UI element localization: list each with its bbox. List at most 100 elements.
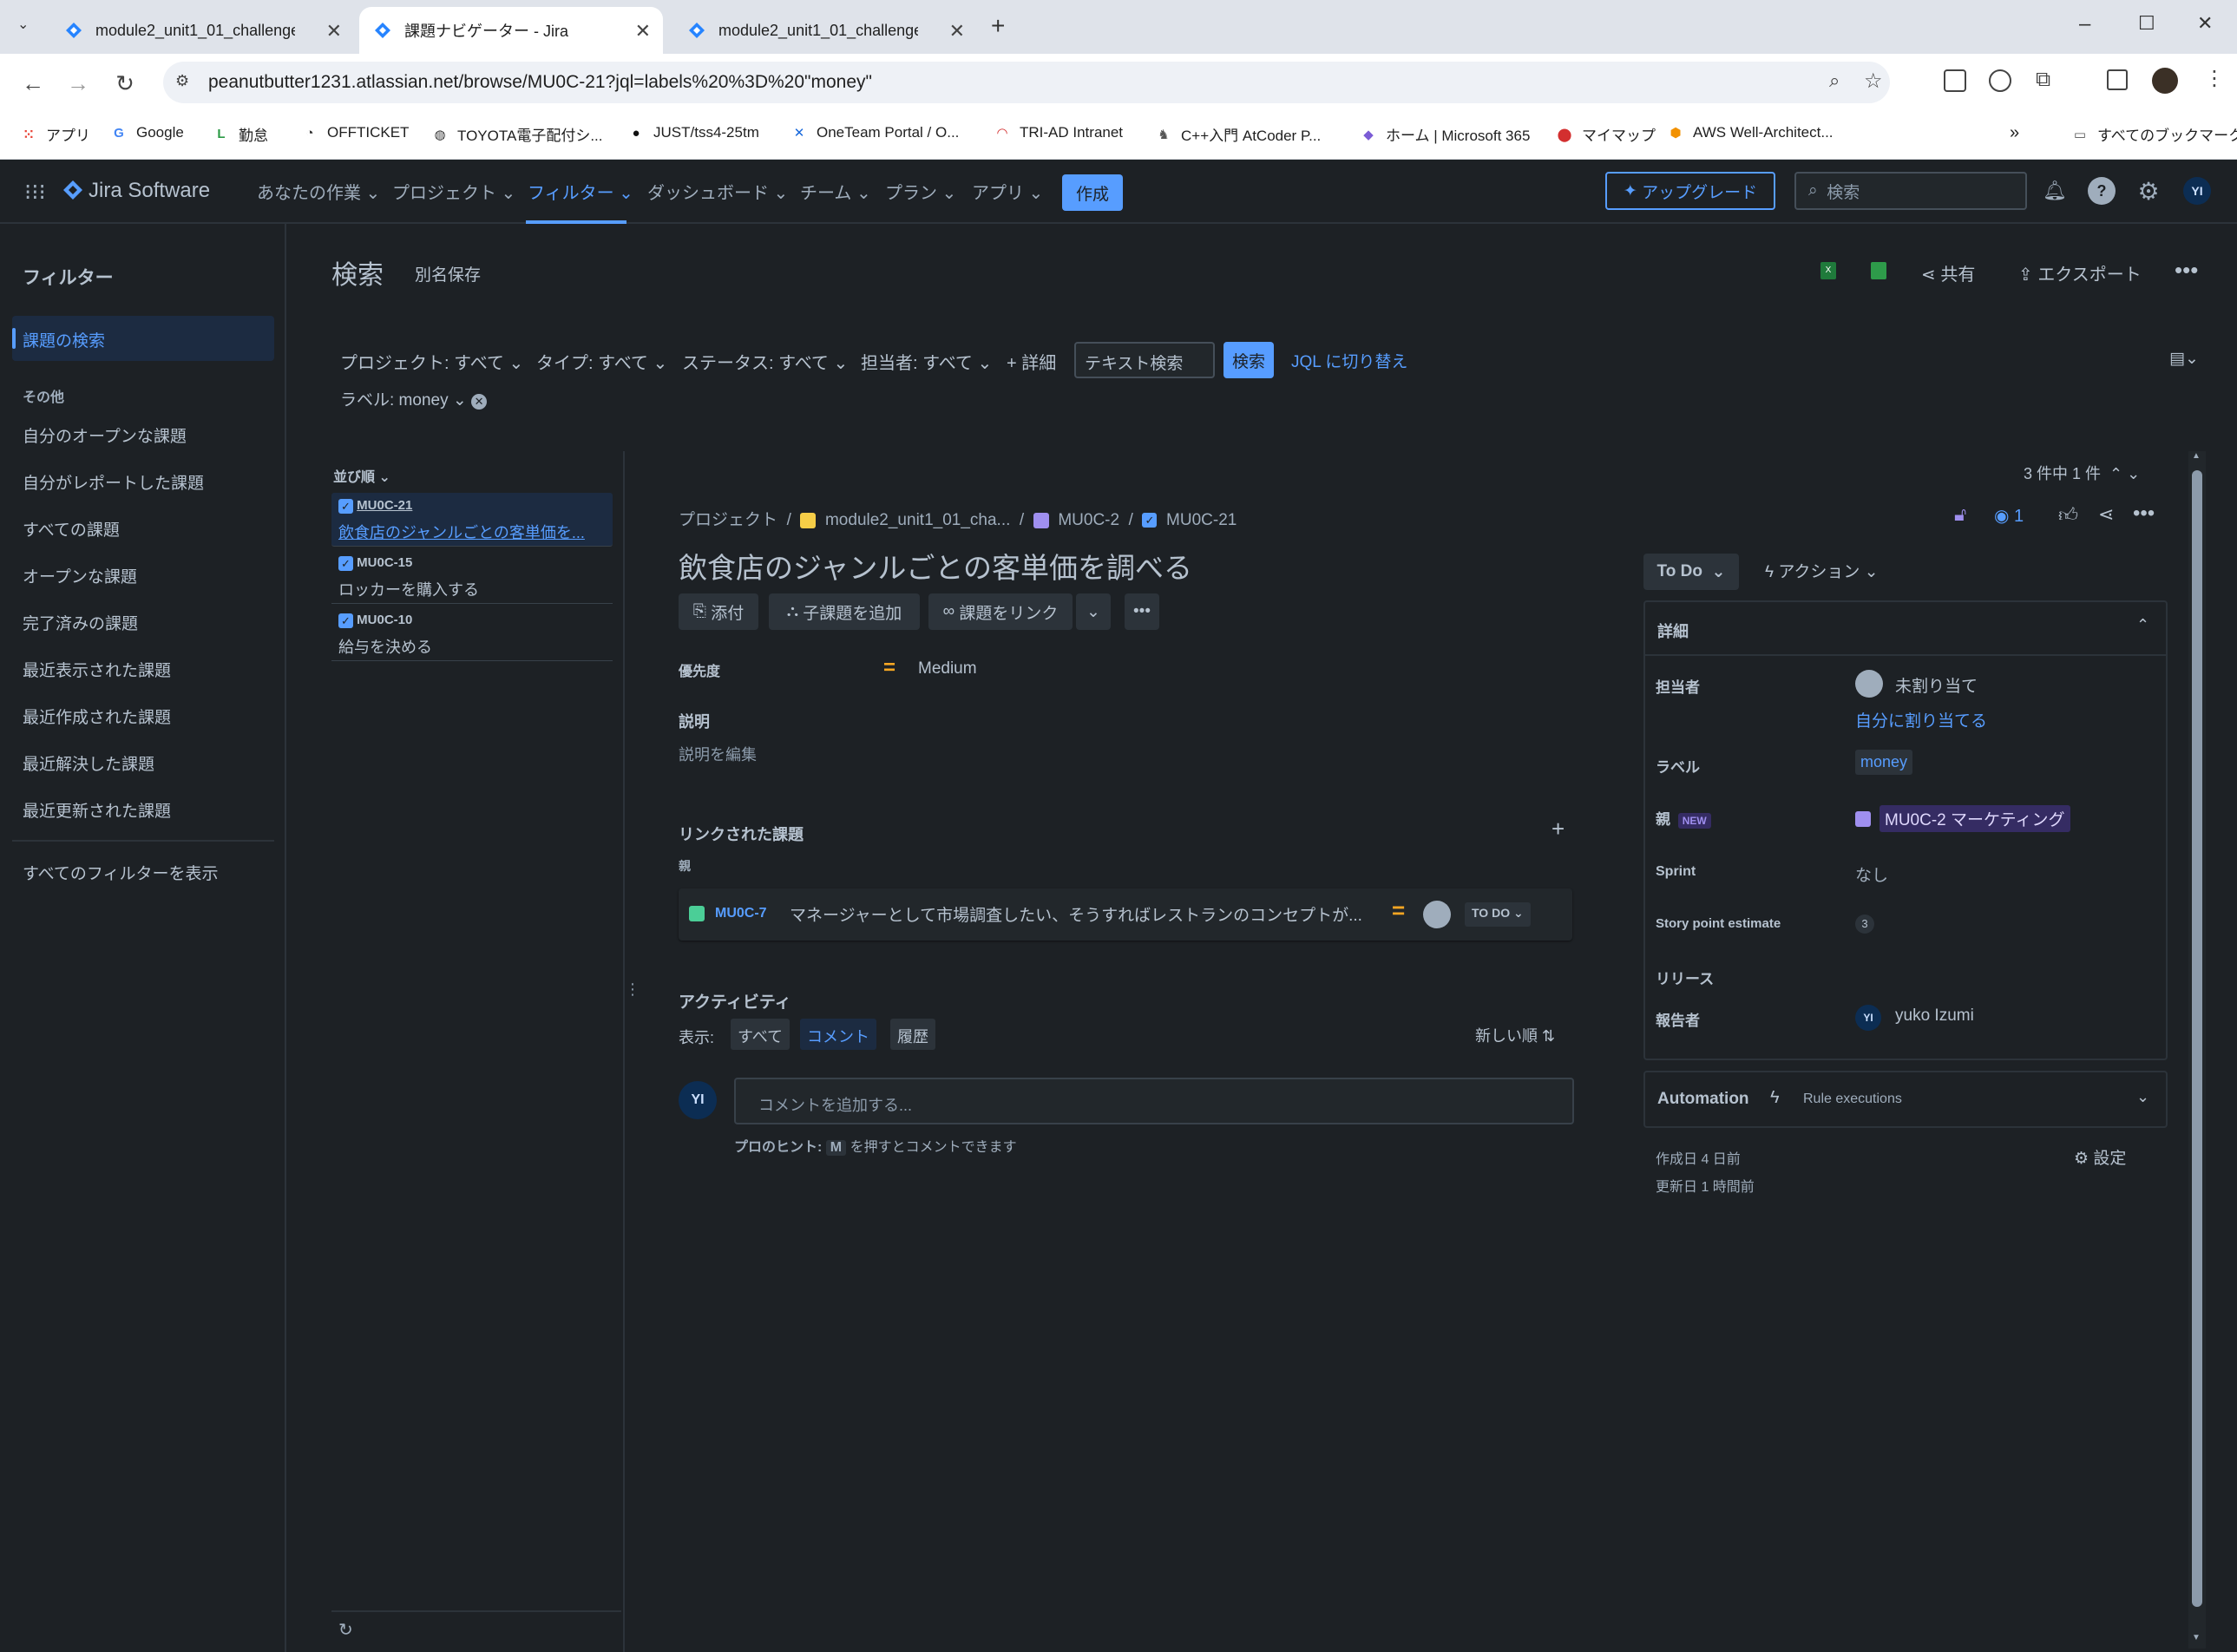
reporter-value[interactable]: yuko Izumi (1895, 1006, 1974, 1026)
filter-more-button[interactable]: + 詳細 (1007, 349, 1056, 374)
nav-filters[interactable]: フィルター ⌄ (528, 179, 633, 204)
browser-tab-2[interactable]: 課題ナビゲーター - Jira ✕ (359, 7, 663, 54)
linked-issue-status[interactable]: TO DO ⌄ (1465, 902, 1531, 927)
scrollbar-thumb[interactable] (2192, 470, 2202, 1607)
configure-button[interactable]: ⚙ 設定 (2074, 1145, 2126, 1169)
assign-to-me-link[interactable]: 自分に割り当てる (1855, 708, 1987, 731)
omnibox[interactable]: ⚙ peanutbutter1231.atlassian.net/browse/… (163, 62, 1890, 103)
linked-issue-row[interactable]: MU0C-7 マネージャーとして市場調査したい、そうすればレストランのコンセプト… (679, 888, 1572, 941)
automation-panel[interactable]: Automation ϟ Rule executions ⌄ (1643, 1071, 2168, 1128)
settings-gear-icon[interactable]: ⚙ (2135, 177, 2162, 205)
sidebar-item-created[interactable]: 最近作成された課題 (23, 705, 171, 728)
export-button[interactable]: ⇪ エクスポート (2018, 260, 2142, 285)
assignee-value[interactable]: 未割り当て (1895, 673, 1978, 697)
bookmark-aws[interactable]: ⬢ AWS Well-Architect... (1666, 123, 1833, 142)
back-icon[interactable]: ← (16, 66, 50, 101)
sidebar-item-all[interactable]: すべての課題 (23, 517, 120, 541)
app-switcher-icon[interactable]: ⁝⁝⁝ (24, 179, 46, 206)
list-item[interactable]: ✓ MU0C-21 飲食店のジャンルごとの客単価を... (331, 493, 613, 547)
bookmark-offticket[interactable]: ◔ OFFTICKET (300, 123, 409, 142)
linked-issue-key[interactable]: MU0C-7 (715, 906, 767, 921)
scroll-down-icon[interactable]: ▼ (2192, 1633, 2202, 1645)
lock-icon[interactable]: 🔓︎ (1954, 503, 1966, 526)
sidebar-item-done[interactable]: 完了済みの課題 (23, 611, 138, 634)
comment-input[interactable]: コメントを追加する... (734, 1078, 1574, 1124)
activity-tab-comments[interactable]: コメント (800, 1019, 876, 1050)
nav-your-work[interactable]: あなたの作業 ⌄ (257, 179, 380, 204)
excel-icon[interactable]: X (1820, 262, 1836, 279)
browser-menu-icon[interactable]: ⋮ (2204, 66, 2225, 91)
issue-more-icon[interactable]: ••• (2133, 502, 2155, 526)
bookmark-apps[interactable]: ⁙ アプリ (19, 123, 90, 145)
bookmark-just[interactable]: ● JUST/tss4-25tm (626, 123, 758, 142)
sidebar-item-updated[interactable]: 最近更新された課題 (23, 798, 171, 822)
filter-assignee[interactable]: 担当者: すべて ⌄ (861, 349, 992, 374)
bookmark-oneteam[interactable]: ✕ OneTeam Portal / O... (790, 123, 960, 142)
maximize-icon[interactable]: ☐ (2138, 12, 2155, 35)
breadcrumb-project[interactable]: module2_unit1_01_cha... (825, 511, 1010, 529)
issue-title[interactable]: 飲食店のジャンルごとの客単価を調べる (679, 545, 1192, 587)
details-header[interactable]: 詳細 ⌃ (1645, 602, 2166, 656)
bookmarks-overflow-icon[interactable]: » (2010, 123, 2019, 143)
all-bookmarks[interactable]: ▭ すべてのブックマーク (2070, 123, 2237, 145)
breadcrumb-issue[interactable]: MU0C-21 (1166, 511, 1237, 529)
more-apps-icon[interactable]: ••• (1125, 593, 1159, 630)
reload-icon[interactable]: ↻ (108, 66, 142, 101)
link-dropdown-icon[interactable]: ⌄ (1076, 593, 1111, 630)
view-switcher-icon[interactable]: ▤⌄ (2169, 349, 2199, 369)
jira-logo[interactable]: Jira Software (62, 179, 210, 203)
extension-icon[interactable] (1944, 69, 1966, 92)
description-field[interactable]: 説明を編集 (679, 743, 757, 765)
scrollbar-track[interactable]: ▲ ▼ (2188, 451, 2206, 1649)
puzzle-icon[interactable]: ⧉ (2036, 68, 2050, 92)
next-issue-icon[interactable]: ⌄ (2127, 465, 2140, 482)
nav-dashboards[interactable]: ダッシュボード ⌄ (647, 179, 788, 204)
upgrade-button[interactable]: ✦ アップグレード (1605, 172, 1775, 210)
prev-issue-icon[interactable]: ⌃ (2105, 465, 2122, 482)
sidebar-item-search-issues[interactable]: 課題の検索 (12, 316, 274, 361)
sidebar-item-resolved[interactable]: 最近解決した課題 (23, 751, 154, 775)
link-issue-button[interactable]: ∞ 課題をリンク (928, 593, 1073, 630)
bookmark-atcoder[interactable]: ♞ C++入門 AtCoder P... (1154, 123, 1321, 145)
notifications-icon[interactable]: 🔔︎ (2041, 177, 2069, 205)
bookmark-mymap[interactable]: ⬤ マイマップ (1555, 123, 1656, 145)
activity-tab-history[interactable]: 履歴 (890, 1019, 935, 1050)
attach-button[interactable]: ⎘ 添付 (679, 593, 758, 630)
save-as-button[interactable]: 別名保存 (415, 262, 481, 285)
priority-value[interactable]: Medium (918, 659, 977, 678)
sidebar-view-all-filters[interactable]: すべてのフィルターを表示 (23, 861, 219, 884)
clear-filter-icon[interactable]: ✕ (471, 394, 488, 410)
browser-tab-3[interactable]: module2_unit1_01_challenge - ✕ (673, 7, 977, 54)
vote-icon[interactable]: 👍︎ (2058, 503, 2078, 527)
sheets-icon[interactable] (1871, 262, 1886, 279)
sprint-value[interactable]: なし (1855, 862, 1888, 886)
linked-issue-summary[interactable]: マネージャーとして市場調査したい、そうすればレストランのコンセプトが... (790, 902, 1362, 926)
zoom-icon[interactable]: ⌕ (1829, 69, 1840, 92)
status-dropdown[interactable]: To Do ⌄ (1643, 554, 1739, 590)
nav-projects[interactable]: プロジェクト ⌄ (392, 179, 515, 204)
resize-handle-icon[interactable]: ⋮ (625, 980, 640, 999)
breadcrumb-projects[interactable]: プロジェクト (679, 511, 777, 529)
text-search-input[interactable]: テキスト検索 (1074, 342, 1215, 378)
tab-close-icon[interactable]: ✕ (635, 20, 651, 43)
switch-to-jql-link[interactable]: JQL に切り替え (1291, 349, 1407, 372)
create-button[interactable]: 作成 (1062, 174, 1123, 211)
parent-value[interactable]: MU0C-2 マーケティング (1855, 805, 2070, 832)
sort-button[interactable]: 並び順 ⌄ (333, 465, 390, 486)
search-button[interactable]: 検索 (1223, 342, 1274, 378)
nav-apps[interactable]: アプリ ⌄ (972, 179, 1043, 204)
actions-dropdown[interactable]: ϟ アクション ⌄ (1765, 559, 1879, 582)
filter-project[interactable]: プロジェクト: すべて ⌄ (340, 349, 523, 374)
nav-teams[interactable]: チーム ⌄ (800, 179, 871, 204)
breadcrumb-epic[interactable]: MU0C-2 (1058, 511, 1119, 529)
tab-close-icon[interactable]: ✕ (949, 20, 965, 43)
password-icon[interactable] (1989, 69, 2011, 92)
add-link-icon[interactable]: + (1551, 816, 1565, 842)
window-close-icon[interactable]: ✕ (2197, 12, 2213, 35)
refresh-icon[interactable]: ↻ (338, 1619, 353, 1641)
minimize-icon[interactable]: – (2079, 12, 2090, 36)
profile-avatar[interactable] (2152, 68, 2178, 94)
add-child-button[interactable]: ⛬ 子課題を追加 (769, 593, 920, 630)
url-text[interactable]: peanutbutter1231.atlassian.net/browse/MU… (208, 72, 872, 93)
share-icon[interactable]: ⋖ (2098, 503, 2114, 526)
